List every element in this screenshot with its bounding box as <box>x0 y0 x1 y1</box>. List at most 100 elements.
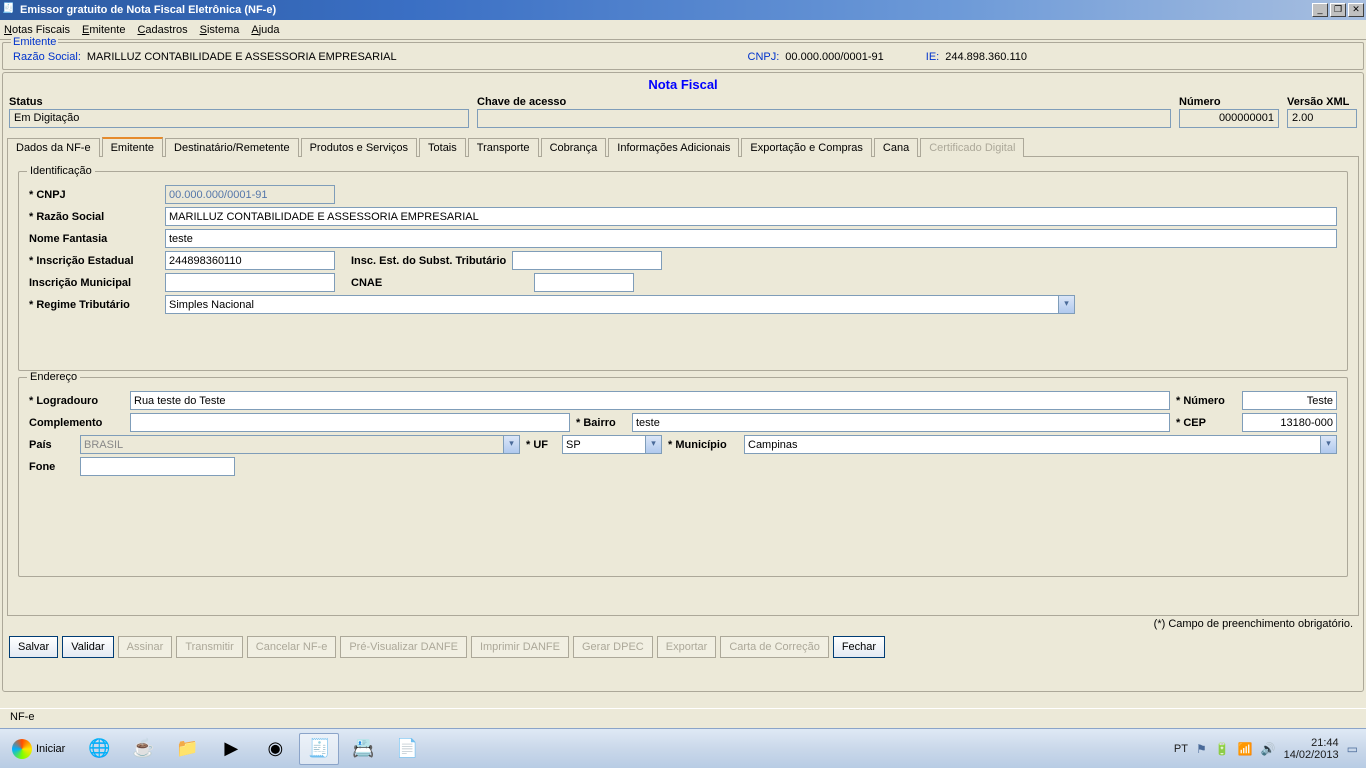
start-button[interactable]: Iniciar <box>2 733 75 765</box>
maximize-button[interactable]: ❐ <box>1330 3 1346 17</box>
validar-button[interactable]: Validar <box>62 636 113 658</box>
tab-emitente[interactable]: Emitente <box>102 137 163 157</box>
fantasia-field-label: Nome Fantasia <box>29 233 159 245</box>
taskbar-word-icon[interactable]: 📄 <box>387 733 427 765</box>
exportar-button: Exportar <box>657 636 717 658</box>
im-field[interactable] <box>165 273 335 292</box>
taskbar-explorer-icon[interactable]: 📁 <box>167 733 207 765</box>
taskbar-media-icon[interactable]: ▶ <box>211 733 251 765</box>
taskbar-ie-icon[interactable]: 🌐 <box>79 733 119 765</box>
complemento-label: Complemento <box>29 417 124 429</box>
cnae-field[interactable] <box>534 273 634 292</box>
fieldset-endereco: Endereço * Logradouro * Número Complemen… <box>18 377 1348 577</box>
tab-dados-nfe[interactable]: Dados da NF-e <box>7 138 100 157</box>
status-value: Em Digitação <box>9 109 469 128</box>
municipio-value: Campinas <box>748 439 798 451</box>
menu-sistema[interactable]: Sistema <box>200 24 240 36</box>
taskbar-chrome-icon[interactable]: ◉ <box>255 733 295 765</box>
regime-value: Simples Nacional <box>169 299 254 311</box>
bairro-label: * Bairro <box>576 417 626 429</box>
transmitir-button: Transmitir <box>176 636 242 658</box>
menubar: Notas Fiscais Emitente Cadastros Sistema… <box>0 20 1366 40</box>
chave-value <box>477 109 1171 128</box>
taskbar-java-icon[interactable]: ☕ <box>123 733 163 765</box>
iest-field[interactable] <box>512 251 662 270</box>
fone-field[interactable] <box>80 457 235 476</box>
pais-label: País <box>29 439 74 451</box>
taskbar: Iniciar 🌐 ☕ 📁 ▶ ◉ 🧾 📇 📄 PT ⚑ 🔋 📶 🔊 21:44… <box>0 728 1366 768</box>
tab-destinatario[interactable]: Destinatário/Remetente <box>165 138 299 157</box>
ie-label: IE: <box>926 51 939 63</box>
chevron-down-icon: ▾ <box>1058 296 1074 313</box>
pais-value: BRASIL <box>84 439 123 451</box>
tray-flag-icon[interactable]: ⚑ <box>1196 742 1207 756</box>
action-buttons: Salvar Validar Assinar Transmitir Cancel… <box>7 632 1359 660</box>
emitente-legend: Emitente <box>11 36 58 48</box>
tab-cana[interactable]: Cana <box>874 138 918 157</box>
menu-cadastros[interactable]: Cadastros <box>137 24 187 36</box>
taskbar-lang[interactable]: PT <box>1174 743 1188 755</box>
tabs: Dados da NF-e Emitente Destinatário/Reme… <box>7 136 1359 156</box>
bairro-field[interactable] <box>632 413 1170 432</box>
windows-orb-icon <box>12 739 32 759</box>
municipio-label: * Município <box>668 439 738 451</box>
tray-network-icon[interactable]: 📶 <box>1238 742 1253 756</box>
previs-danfe-button: Pré-Visualizar DANFE <box>340 636 467 658</box>
im-field-label: Inscrição Municipal <box>29 277 159 289</box>
tray-battery-icon[interactable]: 🔋 <box>1215 742 1230 756</box>
taskbar-app2-icon[interactable]: 📇 <box>343 733 383 765</box>
fantasia-field[interactable] <box>165 229 1337 248</box>
chave-label: Chave de acesso <box>477 96 1171 108</box>
iest-field-label: Insc. Est. do Subst. Tributário <box>351 255 506 267</box>
logradouro-field[interactable] <box>130 391 1170 410</box>
complemento-field[interactable] <box>130 413 570 432</box>
regime-field-label: * Regime Tributário <box>29 299 159 311</box>
tab-body-emitente: Identificação * CNPJ * Razão Social Nome… <box>7 156 1359 616</box>
ie-value: 244.898.360.110 <box>945 51 1027 63</box>
cnpj-label: CNPJ: <box>748 51 780 63</box>
tab-info-adicionais[interactable]: Informações Adicionais <box>608 138 739 157</box>
salvar-button[interactable]: Salvar <box>9 636 58 658</box>
tab-exportacao[interactable]: Exportação e Compras <box>741 138 872 157</box>
ie-field[interactable] <box>165 251 335 270</box>
municipio-select[interactable]: Campinas ▾ <box>744 435 1337 454</box>
chevron-down-icon: ▾ <box>645 436 661 453</box>
taskbar-date: 14/02/2013 <box>1284 749 1339 761</box>
fechar-button[interactable]: Fechar <box>833 636 885 658</box>
tray-volume-icon[interactable]: 🔊 <box>1261 742 1276 756</box>
taskbar-nfe-icon[interactable]: 🧾 <box>299 733 339 765</box>
razao-field[interactable] <box>165 207 1337 226</box>
tab-cobranca[interactable]: Cobrança <box>541 138 607 157</box>
cancelar-nfe-button: Cancelar NF-e <box>247 636 337 658</box>
assinar-button: Assinar <box>118 636 173 658</box>
pais-select: BRASIL ▾ <box>80 435 520 454</box>
carta-correcao-button: Carta de Correção <box>720 636 829 658</box>
tab-produtos[interactable]: Produtos e Serviços <box>301 138 417 157</box>
cnpj-field <box>165 185 335 204</box>
menu-emitente[interactable]: Emitente <box>82 24 125 36</box>
numero-end-field[interactable] <box>1242 391 1337 410</box>
window-title: Emissor gratuito de Nota Fiscal Eletrôni… <box>20 4 276 16</box>
tab-totais[interactable]: Totais <box>419 138 466 157</box>
close-button[interactable]: ✕ <box>1348 3 1364 17</box>
cnae-field-label: CNAE <box>351 277 382 289</box>
app-icon: 🧾 <box>2 3 16 17</box>
menu-ajuda[interactable]: Ajuda <box>251 24 279 36</box>
statusbar: NF-e <box>0 708 1366 728</box>
menu-notas-fiscais[interactable]: Notas Fiscais <box>4 24 70 36</box>
cep-field[interactable] <box>1242 413 1337 432</box>
titlebar: 🧾 Emissor gratuito de Nota Fiscal Eletrô… <box>0 0 1366 20</box>
regime-select[interactable]: Simples Nacional ▾ <box>165 295 1075 314</box>
minimize-button[interactable]: _ <box>1312 3 1328 17</box>
show-desktop-icon[interactable]: ▭ <box>1347 742 1358 756</box>
uf-select[interactable]: SP ▾ <box>562 435 662 454</box>
numero-label: Número <box>1179 96 1279 108</box>
taskbar-clock[interactable]: 21:44 14/02/2013 <box>1284 737 1339 761</box>
imprimir-danfe-button: Imprimir DANFE <box>471 636 569 658</box>
chevron-down-icon: ▾ <box>503 436 519 453</box>
razao-social-label: Razão Social: <box>13 51 81 63</box>
razao-social-value: MARILLUZ CONTABILIDADE E ASSESSORIA EMPR… <box>87 51 397 63</box>
cnpj-value: 00.000.000/0001-91 <box>785 51 883 63</box>
tab-transporte[interactable]: Transporte <box>468 138 539 157</box>
endereco-legend: Endereço <box>27 371 80 383</box>
